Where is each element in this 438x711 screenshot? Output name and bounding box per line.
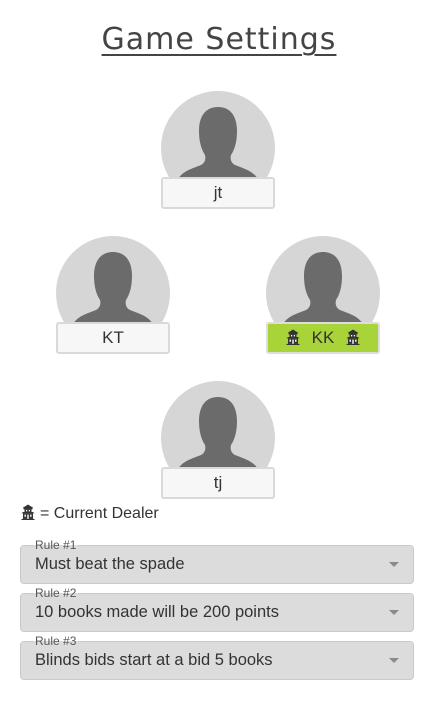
player-name-plate[interactable]: tj <box>161 467 275 499</box>
chevron-down-icon <box>389 658 399 663</box>
player-name: tj <box>213 473 223 492</box>
rule-value: 10 books made will be 200 points <box>35 603 279 621</box>
chevron-down-icon <box>389 562 399 567</box>
dealer-icon <box>345 329 361 345</box>
dealer-name-plate[interactable]: KK <box>266 322 380 354</box>
player-seat-top: jt <box>161 91 275 211</box>
rule-label: Rule #1 <box>33 538 79 552</box>
chevron-down-icon <box>389 610 399 615</box>
rule-label: Rule #2 <box>33 586 79 600</box>
player-name: jt <box>213 183 223 202</box>
rule-1-select[interactable]: Rule #1 Must beat the spade <box>20 538 414 584</box>
rule-3-select[interactable]: Rule #3 Blinds bids start at a bid 5 boo… <box>20 634 414 680</box>
player-seat-right: KK <box>266 236 380 356</box>
player-seat-left: KT <box>56 236 170 356</box>
player-name: KK <box>311 328 335 347</box>
page-title: Game Settings <box>101 22 337 57</box>
rule-2-select[interactable]: Rule #2 10 books made will be 200 points <box>20 586 414 632</box>
player-seat-bottom: tj <box>161 381 275 501</box>
rule-value: Blinds bids start at a bid 5 books <box>35 651 273 669</box>
player-name-plate[interactable]: KT <box>56 322 170 354</box>
player-name-plate[interactable]: jt <box>161 177 275 209</box>
dealer-legend: = Current Dealer <box>20 504 159 523</box>
legend-text: = Current Dealer <box>40 505 159 522</box>
player-name: KT <box>102 328 124 347</box>
rule-value: Must beat the spade <box>35 555 185 573</box>
dealer-icon <box>20 504 36 520</box>
rule-label: Rule #3 <box>33 634 79 648</box>
dealer-icon <box>285 329 301 345</box>
